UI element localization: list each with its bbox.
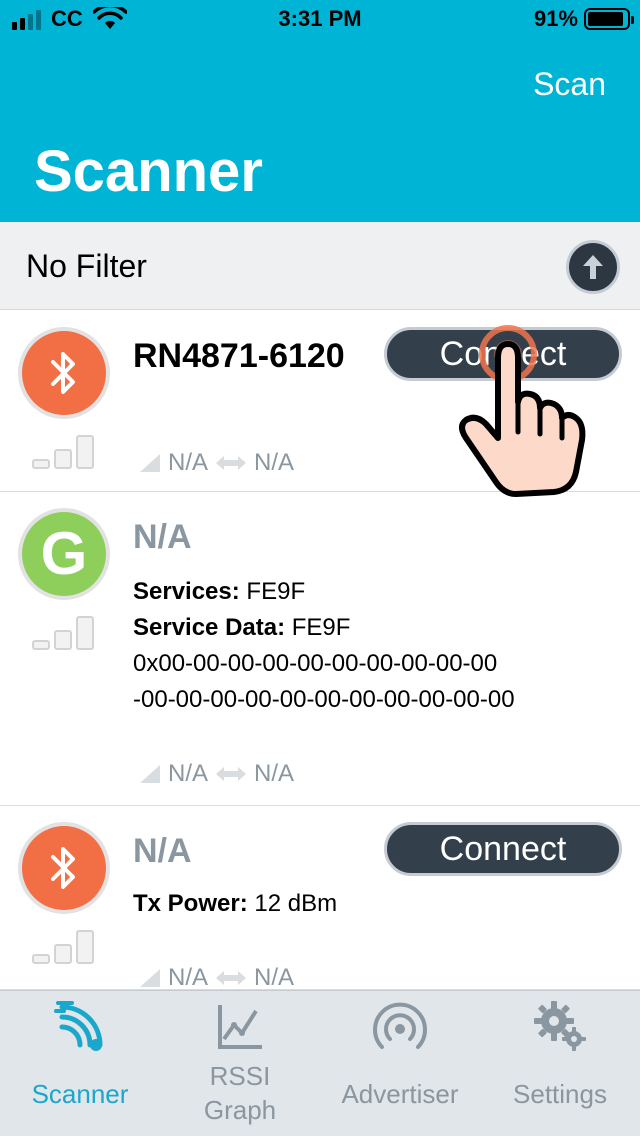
graph-icon xyxy=(218,1005,262,1049)
rssi-value: N/A xyxy=(168,449,209,476)
service-data-line: Service Data: FE9F xyxy=(133,614,351,641)
battery-icon xyxy=(584,8,634,30)
status-right: 91% xyxy=(533,6,634,32)
rssi-triangle-icon xyxy=(140,765,160,783)
tab-label: Settings xyxy=(513,1079,607,1109)
tab-label: Scanner xyxy=(31,1079,129,1109)
sort-up-button[interactable] xyxy=(566,240,620,294)
status-bar: CC 3:31 PM 91% xyxy=(0,0,640,40)
filter-bar[interactable]: No Filter xyxy=(0,222,640,310)
connect-button[interactable]: Connect xyxy=(384,822,622,876)
rssi-value: N/A xyxy=(168,760,209,787)
tx-power-line: Tx Power: 12 dBm xyxy=(133,890,338,917)
signal-strength-icon xyxy=(32,930,94,964)
tab-bar: Scanner RSSI Graph Advertiser Settings xyxy=(0,990,640,1136)
device-info: Services: FE9F Service Data: FE9F 0x00-0… xyxy=(133,574,515,718)
device-name: RN4871-6120 xyxy=(133,337,345,375)
interval-arrows-icon xyxy=(216,456,247,470)
tap-hand-icon xyxy=(459,325,586,497)
device-name: N/A xyxy=(133,518,192,556)
bluetooth-icon xyxy=(18,822,110,914)
tab-scanner[interactable]: Scanner xyxy=(0,991,160,1136)
rssi-triangle-icon xyxy=(140,454,160,472)
page-title: Scanner xyxy=(34,139,263,204)
rssi-triangle-icon xyxy=(140,969,160,987)
tab-settings[interactable]: Settings xyxy=(480,991,640,1136)
tab-advertiser[interactable]: Advertiser xyxy=(320,991,480,1136)
signal-strength-icon xyxy=(32,616,94,650)
signal-strength-icon xyxy=(32,435,94,469)
device-meta: N/A N/A xyxy=(138,760,294,788)
device-name: N/A xyxy=(133,832,192,870)
service-data-bytes-1: 0x00-00-00-00-00-00-00-00-00-00 xyxy=(133,650,498,677)
device-row[interactable]: G N/A Services: FE9F Service Data: FE9F … xyxy=(0,492,640,806)
tab-rssi-graph[interactable]: RSSI Graph xyxy=(160,991,320,1136)
google-g-icon: G xyxy=(18,508,110,600)
interval-value: N/A xyxy=(254,760,295,787)
interval-value: N/A xyxy=(254,964,295,991)
app-header: CC 3:31 PM 91% Scan Scanner xyxy=(0,0,640,222)
device-info: Tx Power: 12 dBm xyxy=(133,886,337,922)
device-meta: N/A N/A xyxy=(138,964,294,992)
tab-label: Advertiser xyxy=(341,1079,459,1109)
broadcast-icon xyxy=(373,1002,427,1049)
rssi-value: N/A xyxy=(168,964,209,991)
gears-icon xyxy=(534,1001,586,1051)
scanner-waves-icon xyxy=(54,1001,103,1051)
services-line: Services: FE9F xyxy=(133,578,306,605)
battery-percent: 91% xyxy=(533,6,578,31)
tab-label: RSSI Graph xyxy=(203,1061,277,1125)
device-meta: N/A N/A xyxy=(138,449,294,477)
service-data-bytes-2: -00-00-00-00-00-00-00-00-00-00-00 xyxy=(133,686,515,713)
device-row[interactable]: N/A Tx Power: 12 dBm N/A N/A Connect xyxy=(0,806,640,992)
interval-value: N/A xyxy=(254,449,295,476)
interval-arrows-icon xyxy=(216,767,247,781)
filter-label: No Filter xyxy=(26,248,147,284)
scan-button[interactable]: Scan xyxy=(533,66,606,103)
interval-arrows-icon xyxy=(216,971,247,985)
arrow-up-icon xyxy=(583,255,603,279)
bluetooth-icon xyxy=(18,327,110,419)
